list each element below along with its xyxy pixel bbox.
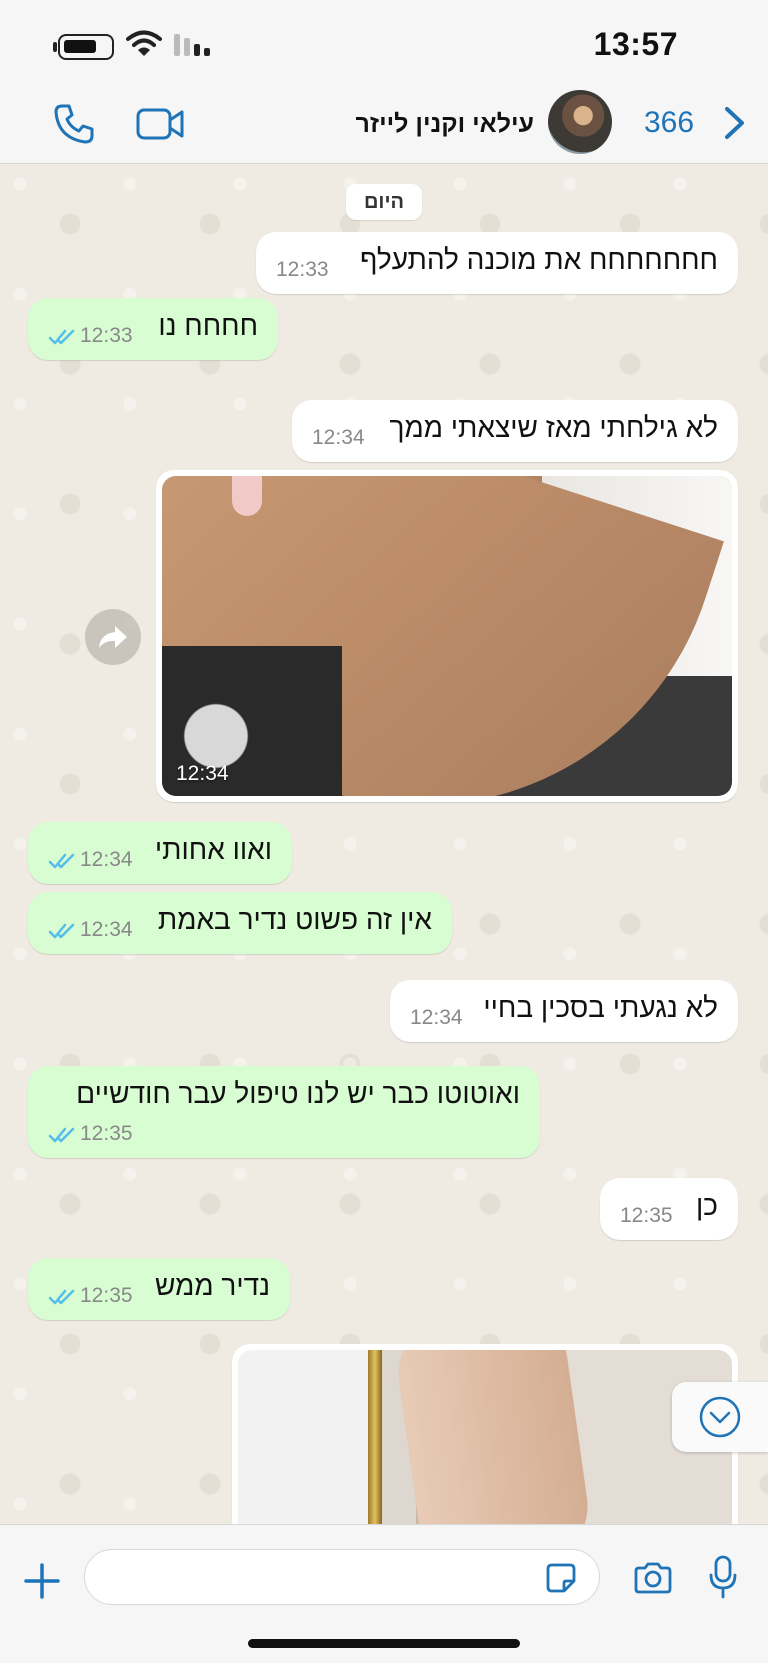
message-time: 12:35 [80, 1284, 133, 1307]
message-time: 12:34 [312, 426, 365, 449]
message-text: ואוטוטו כבר יש לנו טיפול עבר חודשיים [76, 1078, 520, 1109]
read-receipt-icon [48, 1289, 75, 1305]
forward-button[interactable] [85, 609, 141, 665]
chat-area[interactable]: היום חחחחחחח את מוכנה להתעלף 12:33 חחחח … [0, 164, 768, 1524]
message-time: 12:34 [80, 848, 133, 871]
message-text: חחחחחחח את מוכנה להתעלף [360, 244, 718, 275]
scroll-to-bottom-button[interactable] [672, 1382, 768, 1452]
contact-avatar[interactable] [548, 90, 612, 154]
message-time: 12:34 [80, 918, 133, 941]
photo-detail [232, 476, 262, 516]
message-time: 12:34 [410, 1006, 463, 1029]
message-text: לא גילחתי מאז שיצאתי ממך [389, 412, 718, 443]
message-bubble-incoming[interactable]: לא גילחתי מאז שיצאתי ממך 12:34 [292, 400, 738, 462]
message-time: 12:35 [80, 1122, 133, 1145]
status-bar: 13:57 [0, 0, 768, 82]
photo-image[interactable] [238, 1350, 732, 1524]
day-separator: היום [346, 184, 422, 220]
battery-nub [53, 42, 57, 52]
message-bubble-incoming[interactable]: חחחחחחח את מוכנה להתעלף 12:33 [256, 232, 738, 294]
home-indicator [248, 1639, 520, 1648]
photo-detail [368, 1350, 382, 1524]
message-time: 12:33 [276, 258, 329, 281]
chevron-right-icon[interactable] [722, 106, 748, 140]
message-bubble-incoming[interactable]: לא נגעתי בסכין בחיי 12:34 [390, 980, 738, 1042]
message-bubble-incoming[interactable]: כן 12:35 [600, 1178, 738, 1240]
message-time: 12:33 [80, 324, 133, 347]
photo-image[interactable]: 12:34 [162, 476, 732, 796]
clock-time: 13:57 [593, 26, 678, 62]
battery-icon [58, 34, 114, 60]
photo-subject [390, 1350, 596, 1524]
message-bubble-outgoing[interactable]: אין זה פשוט נדיר באמת 12:34 [28, 892, 452, 954]
message-text: ואוו אחותי [154, 834, 272, 865]
chat-header: עילאי וקנין לייזר 366 [0, 82, 768, 164]
message-time: 12:35 [620, 1204, 673, 1227]
forward-arrow-icon [99, 626, 127, 648]
read-receipt-icon [48, 853, 75, 869]
read-receipt-icon [48, 1127, 75, 1143]
photo-message[interactable] [232, 1344, 738, 1524]
plus-icon[interactable] [24, 1563, 60, 1599]
message-bubble-outgoing[interactable]: נדיר ממש 12:35 [28, 1258, 290, 1320]
cellular-signal-icon [174, 34, 210, 56]
message-bubble-outgoing[interactable]: ואוו אחותי 12:34 [28, 822, 292, 884]
message-text: חחחח נו [158, 310, 258, 341]
read-receipt-icon [48, 923, 75, 939]
message-text: אין זה פשוט נדיר באמת [157, 904, 432, 935]
message-text: כן [696, 1190, 718, 1221]
wifi-icon [126, 30, 162, 56]
contact-name[interactable]: עילאי וקנין לייזר [356, 110, 534, 139]
video-camera-icon[interactable] [136, 104, 186, 144]
microphone-icon[interactable] [708, 1555, 738, 1599]
message-input-bar [0, 1524, 768, 1663]
photo-message[interactable]: 12:34 [156, 470, 738, 802]
read-receipt-icon [48, 329, 75, 345]
message-time: 12:34 [176, 762, 229, 785]
message-text: נדיר ממש [154, 1270, 270, 1301]
message-bubble-outgoing[interactable]: ואוטוטו כבר יש לנו טיפול עבר חודשיים 12:… [28, 1066, 540, 1158]
phone-icon[interactable] [52, 102, 96, 146]
message-text: לא נגעתי בסכין בחיי [483, 992, 718, 1023]
sticker-icon[interactable] [544, 1561, 578, 1595]
unread-count[interactable]: 366 [644, 106, 694, 140]
message-input[interactable] [84, 1549, 600, 1605]
chevron-down-circle-icon [699, 1396, 741, 1438]
camera-icon[interactable] [632, 1561, 674, 1595]
message-bubble-outgoing[interactable]: חחחח נו 12:33 [28, 298, 278, 360]
